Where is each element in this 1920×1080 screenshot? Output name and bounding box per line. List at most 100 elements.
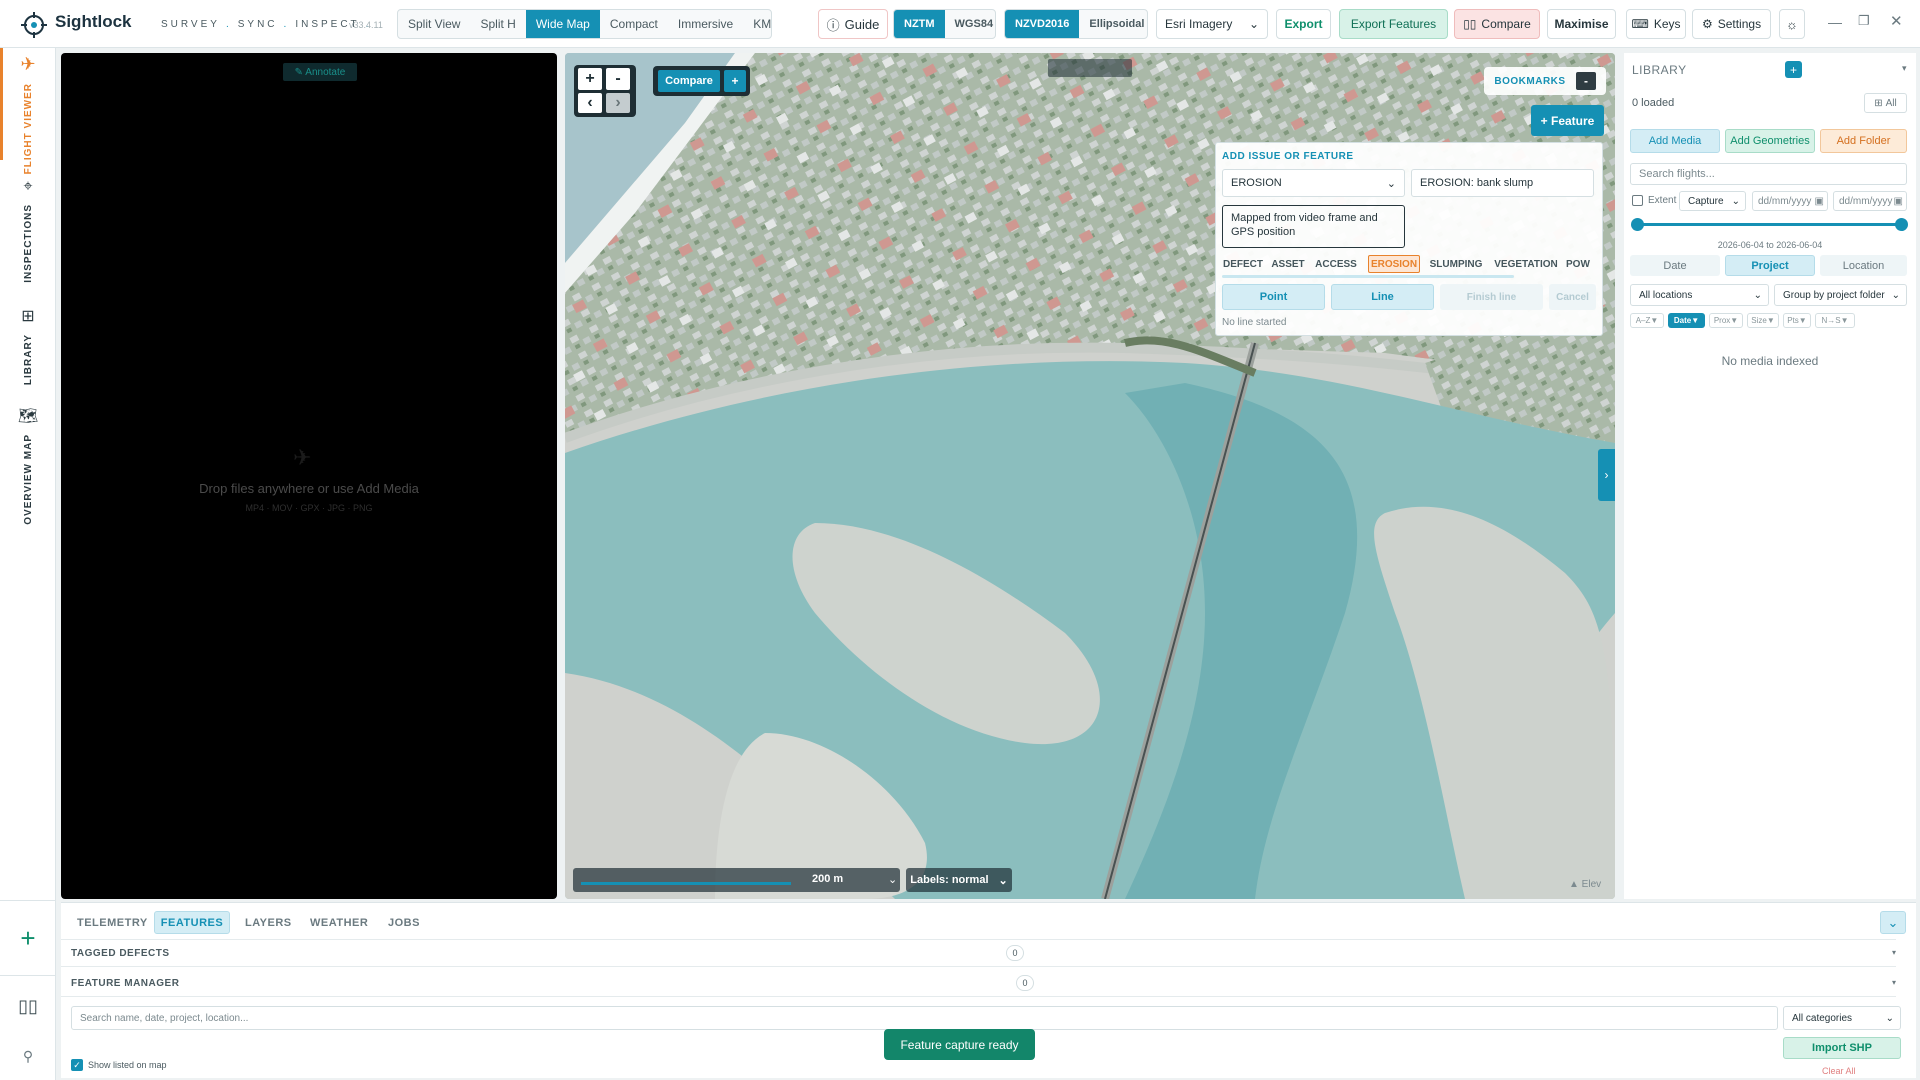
search-flights-input[interactable]: Search flights... bbox=[1630, 163, 1907, 185]
section-tagged-defects[interactable] bbox=[61, 939, 1896, 967]
export-features-button[interactable]: Export Features bbox=[1339, 9, 1448, 39]
collapse-panel-button[interactable]: ⌄ bbox=[1880, 911, 1906, 934]
chip-asset[interactable]: ASSET bbox=[1268, 255, 1308, 273]
next-button[interactable]: › bbox=[606, 93, 630, 113]
prev-button[interactable]: ‹ bbox=[578, 93, 602, 113]
add-icon[interactable]: + bbox=[0, 900, 56, 976]
minimize-icon[interactable]: — bbox=[1828, 14, 1842, 30]
chip-defect[interactable]: DEFECT bbox=[1222, 255, 1264, 273]
tab-jobs[interactable]: JOBS bbox=[388, 917, 420, 929]
chip-erosion[interactable]: EROSION bbox=[1368, 255, 1420, 273]
group-tab-location[interactable]: Location bbox=[1820, 255, 1907, 276]
group-tab-project[interactable]: Project bbox=[1725, 255, 1815, 276]
add-feature-button[interactable]: + Feature bbox=[1531, 105, 1604, 136]
chevron-down-icon[interactable]: ▾ bbox=[1902, 63, 1907, 74]
chevron-down-icon[interactable]: ⌄ bbox=[888, 873, 897, 886]
group-tab-date[interactable]: Date bbox=[1630, 255, 1720, 276]
view-wide-map[interactable]: Wide Map bbox=[525, 10, 600, 38]
export-button[interactable]: Export bbox=[1276, 9, 1331, 39]
sort-pts[interactable]: Pts▼ bbox=[1783, 313, 1811, 328]
map-compare-button[interactable]: Compare bbox=[658, 70, 720, 92]
columns-icon[interactable]: ▯▯ bbox=[0, 996, 56, 1017]
restore-icon[interactable]: ❐ bbox=[1858, 13, 1870, 29]
date-from-input[interactable]: dd/mm/yyyy ▣ bbox=[1752, 191, 1828, 211]
chip-slumping[interactable]: SLUMPING bbox=[1426, 255, 1486, 273]
chip-access[interactable]: ACCESS bbox=[1313, 255, 1359, 273]
show-listed-checkbox[interactable]: ✓ bbox=[71, 1059, 83, 1071]
zoom-out-button[interactable]: - bbox=[606, 68, 630, 90]
compare-add-button[interactable]: + bbox=[724, 70, 746, 92]
maximise-button[interactable]: Maximise bbox=[1547, 9, 1616, 39]
chip-scrollbar[interactable] bbox=[1222, 275, 1514, 278]
video-pane[interactable]: ✎ Annotate ✈ Drop files anywhere or use … bbox=[61, 53, 557, 899]
extent-checkbox[interactable] bbox=[1632, 195, 1643, 206]
sort-prox[interactable]: Prox▼ bbox=[1709, 313, 1743, 328]
finish-line-button[interactable]: Finish line bbox=[1440, 284, 1543, 310]
category-select[interactable]: EROSION ⌄ bbox=[1222, 169, 1405, 197]
keys-button[interactable]: ⌨ Keys bbox=[1626, 9, 1686, 39]
rail-tab-inspections[interactable]: ⌖ INSPECTIONS bbox=[0, 178, 56, 283]
capture-select[interactable]: Capture ⌄ bbox=[1679, 191, 1746, 211]
show-listed-label: Show listed on map bbox=[88, 1060, 167, 1070]
cancel-button[interactable]: Cancel bbox=[1549, 284, 1596, 310]
locations-select[interactable]: All locations ⌄ bbox=[1630, 284, 1769, 306]
sort-az[interactable]: A–Z▼ bbox=[1630, 313, 1664, 328]
tab-telemetry[interactable]: TELEMETRY bbox=[77, 917, 148, 929]
guide-button[interactable]: ⓘ Guide bbox=[818, 9, 888, 39]
rail-tab-overview-map[interactable]: 🗺 OVERVIEW MAP bbox=[0, 406, 56, 525]
theme-toggle[interactable]: ☼ bbox=[1779, 9, 1805, 39]
settings-button[interactable]: ⚙ Settings bbox=[1692, 9, 1771, 39]
add-folder-button[interactable]: Add Folder bbox=[1820, 129, 1907, 153]
chevron-down-icon[interactable]: ▾ bbox=[1892, 978, 1896, 987]
tab-features[interactable]: FEATURES bbox=[154, 911, 230, 934]
categories-select[interactable]: All categories ⌄ bbox=[1783, 1006, 1901, 1030]
rail-tab-flight-viewer[interactable]: ✈ FLIGHT VIEWER bbox=[0, 54, 56, 174]
view-split-view[interactable]: Split View bbox=[398, 10, 470, 38]
feature-search-input[interactable]: Search name, date, project, location... bbox=[71, 1006, 1778, 1030]
tab-weather[interactable]: WEATHER bbox=[310, 917, 368, 929]
sort-ns[interactable]: N→S▼ bbox=[1815, 313, 1855, 328]
point-button[interactable]: Point bbox=[1222, 284, 1325, 310]
clear-all-button[interactable]: Clear All bbox=[1822, 1066, 1856, 1076]
notes-textarea[interactable]: Mapped from video frame and GPS position bbox=[1222, 205, 1405, 248]
sort-date[interactable]: Date▼ bbox=[1668, 313, 1705, 328]
import-shp-button[interactable]: Import SHP bbox=[1783, 1037, 1901, 1059]
chip-pow[interactable]: POW bbox=[1566, 255, 1596, 273]
pin-icon[interactable]: ⚲ bbox=[0, 1048, 56, 1065]
crs-nztm[interactable]: NZTM bbox=[894, 10, 945, 38]
labels-select[interactable]: Labels: normal ⌄ bbox=[906, 868, 1012, 892]
close-icon[interactable]: ✕ bbox=[1890, 12, 1903, 30]
panel-collapse-handle[interactable]: › bbox=[1598, 449, 1615, 501]
view-split-h[interactable]: Split H bbox=[470, 10, 525, 38]
slider-handle-end[interactable] bbox=[1895, 218, 1908, 231]
feature-name-input[interactable]: EROSION: bank slump bbox=[1411, 169, 1594, 197]
add-media-button[interactable]: Add Media bbox=[1630, 129, 1720, 153]
slider-handle-start[interactable] bbox=[1631, 218, 1644, 231]
line-button[interactable]: Line bbox=[1331, 284, 1434, 310]
basemap-select[interactable]: Esri Imagery ⌄ bbox=[1156, 9, 1268, 39]
section-feature-manager[interactable] bbox=[61, 969, 1896, 997]
view-kml-in[interactable]: KML In bbox=[743, 10, 771, 38]
all-filter-button[interactable]: ⊞ All bbox=[1864, 93, 1907, 113]
vdatum-nzvd2016[interactable]: NZVD2016 bbox=[1005, 10, 1080, 38]
tab-layers[interactable]: LAYERS bbox=[245, 917, 292, 929]
group-by-select[interactable]: Group by project folder ⌄ bbox=[1774, 284, 1907, 306]
annotate-button[interactable]: ✎ Annotate bbox=[283, 63, 357, 81]
date-to-input[interactable]: dd/mm/yyyy ▣ bbox=[1833, 191, 1907, 211]
elevation-toggle[interactable]: ▲ Elev bbox=[1569, 879, 1601, 890]
vdatum-ellipsoidal[interactable]: Ellipsoidal bbox=[1079, 10, 1147, 38]
chip-vegetation[interactable]: VEGETATION bbox=[1491, 255, 1561, 273]
sort-size[interactable]: Size▼ bbox=[1747, 313, 1779, 328]
date-range-slider[interactable] bbox=[1638, 223, 1901, 226]
compare-button[interactable]: ▯▯ Compare bbox=[1454, 9, 1540, 39]
view-immersive[interactable]: Immersive bbox=[668, 10, 743, 38]
add-geometries-button[interactable]: Add Geometries bbox=[1725, 129, 1815, 153]
library-add-button[interactable]: + bbox=[1785, 61, 1802, 78]
rail-tab-library[interactable]: ⊞ LIBRARY bbox=[0, 306, 56, 385]
chevron-down-icon[interactable]: ▾ bbox=[1892, 948, 1896, 957]
bookmarks-toggle[interactable]: - bbox=[1576, 72, 1596, 90]
crs-wgs84[interactable]: WGS84 bbox=[945, 10, 995, 38]
zoom-in-button[interactable]: + bbox=[578, 68, 602, 90]
view-compact[interactable]: Compact bbox=[600, 10, 668, 38]
bookmarks-label[interactable]: BOOKMARKS bbox=[1490, 73, 1570, 89]
